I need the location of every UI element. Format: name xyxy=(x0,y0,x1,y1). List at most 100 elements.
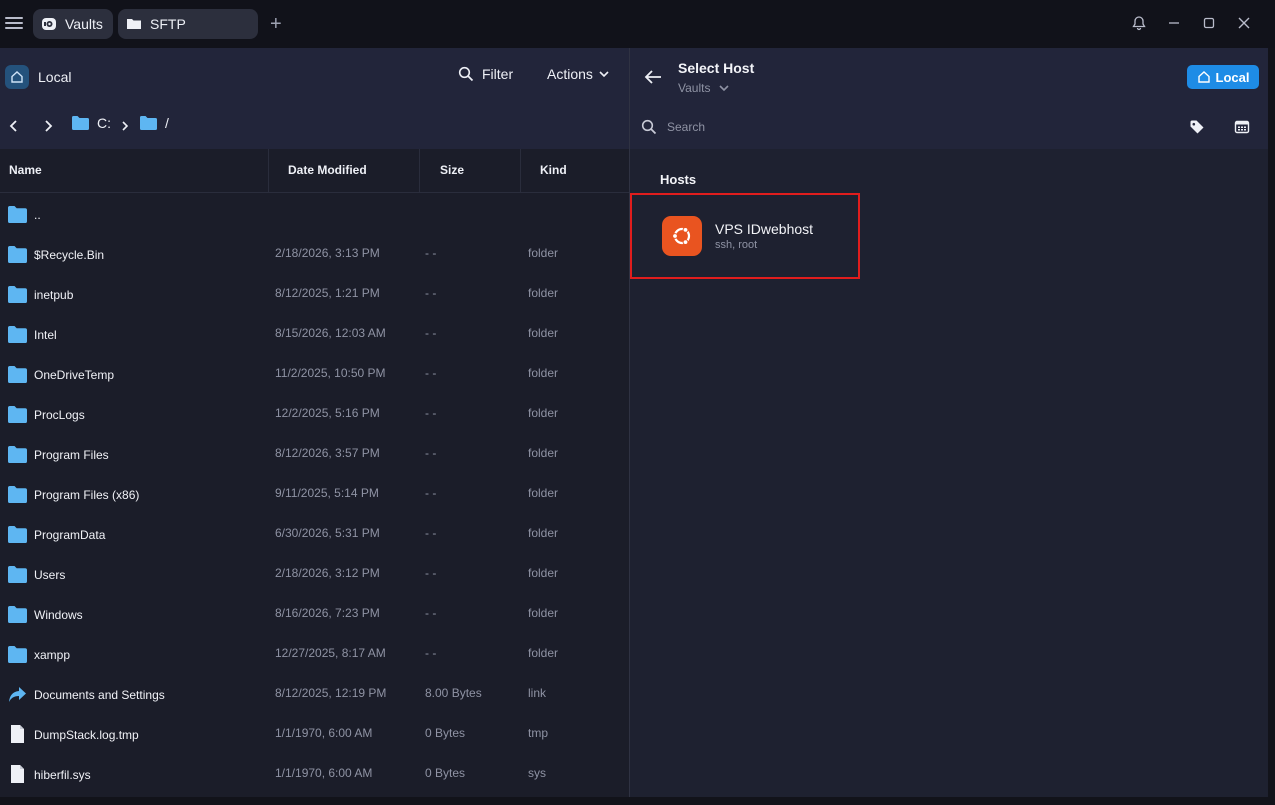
file-row[interactable]: Users 2/18/2026, 3:12 PM - - folder xyxy=(0,554,629,594)
path-bar: C: / xyxy=(0,105,629,149)
file-kind: folder xyxy=(528,526,559,540)
file-size: - - xyxy=(425,326,437,340)
file-row[interactable]: inetpub 8/12/2025, 1:21 PM - - folder xyxy=(0,274,629,314)
close-icon[interactable] xyxy=(1236,15,1252,31)
calendar-view-icon[interactable] xyxy=(1234,119,1250,135)
file-size: - - xyxy=(425,366,437,380)
tag-icon[interactable] xyxy=(1189,119,1205,135)
file-size: - - xyxy=(425,566,437,580)
file-name: xampp xyxy=(34,648,71,662)
file-kind: folder xyxy=(528,566,559,580)
vault-icon xyxy=(42,18,56,30)
file-row[interactable]: OneDriveTemp 11/2/2025, 10:50 PM - - folder xyxy=(0,354,629,394)
file-name: Windows xyxy=(34,608,83,622)
file-row[interactable]: xampp 12/27/2025, 8:17 AM - - folder xyxy=(0,634,629,674)
filter-label: Filter xyxy=(482,66,514,82)
host-card[interactable]: VPS IDwebhost ssh, root xyxy=(630,193,860,279)
file-icon xyxy=(8,724,27,743)
folder-icon xyxy=(72,116,89,130)
file-row[interactable]: Windows 8/16/2026, 7:23 PM - - folder xyxy=(0,594,629,634)
minimize-icon[interactable] xyxy=(1166,15,1182,31)
file-row[interactable]: Program Files 8/12/2026, 3:57 PM - - folder xyxy=(0,434,629,474)
file-row[interactable]: hiberfil.sys 1/1/1970, 6:00 AM 0 Bytes sys xyxy=(0,754,629,794)
host-name: VPS IDwebhost xyxy=(715,221,814,237)
column-kind[interactable]: Kind xyxy=(540,163,567,177)
folder-icon xyxy=(8,446,27,463)
host-search-bar xyxy=(630,105,1268,149)
hamburger-menu-icon[interactable] xyxy=(5,14,23,34)
folder-icon xyxy=(8,566,27,583)
local-pane-header: Local Filter Actions xyxy=(0,48,629,105)
file-name: Documents and Settings xyxy=(34,688,165,702)
file-row[interactable]: $Recycle.Bin 2/18/2026, 3:13 PM - - folder xyxy=(0,234,629,274)
folder-icon xyxy=(8,326,27,343)
file-date-modified: 12/27/2025, 8:17 AM xyxy=(275,646,386,660)
column-size[interactable]: Size xyxy=(440,163,464,177)
file-date-modified: 8/12/2026, 3:57 PM xyxy=(275,446,380,460)
breadcrumb-label: / xyxy=(165,115,169,131)
file-row[interactable]: Program Files (x86) 9/11/2025, 5:14 PM - -… xyxy=(0,474,629,514)
forward-arrow-icon[interactable] xyxy=(41,119,55,133)
file-row[interactable]: ProgramData 6/30/2026, 5:31 PM - - folder xyxy=(0,514,629,554)
select-host-pane: Select Host Vaults Local Hosts VPS IDweb… xyxy=(630,48,1268,805)
file-name: DumpStack.log.tmp xyxy=(34,728,139,742)
file-name: inetpub xyxy=(34,288,74,302)
back-arrow-icon[interactable] xyxy=(644,69,662,85)
file-name: $Recycle.Bin xyxy=(34,248,105,262)
search-icon xyxy=(458,66,474,82)
folder-icon xyxy=(8,246,27,263)
local-button[interactable]: Local xyxy=(1187,65,1259,89)
file-date-modified: 2/18/2026, 3:12 PM xyxy=(275,566,380,580)
chevron-down-icon xyxy=(599,71,609,78)
file-row[interactable]: .. xyxy=(0,194,629,234)
file-table-header: Name Date Modified Size Kind xyxy=(0,149,629,193)
file-row[interactable]: ProcLogs 12/2/2025, 5:16 PM - - folder xyxy=(0,394,629,434)
file-date-modified: 8/12/2025, 12:19 PM xyxy=(275,686,387,700)
add-tab-button[interactable]: + xyxy=(270,14,282,34)
column-name[interactable]: Name xyxy=(9,163,42,177)
file-kind: folder xyxy=(528,646,559,660)
file-kind: sys xyxy=(528,766,546,780)
search-input[interactable] xyxy=(665,116,1145,138)
tab-label: Vaults xyxy=(65,16,103,32)
back-arrow-icon[interactable] xyxy=(7,119,21,133)
folder-icon xyxy=(127,19,141,29)
breadcrumb-drive[interactable]: C: xyxy=(72,115,111,131)
filter-button[interactable]: Filter xyxy=(458,66,513,82)
file-size: - - xyxy=(425,246,437,260)
breadcrumb-label: C: xyxy=(97,115,111,131)
file-size: - - xyxy=(425,286,437,300)
vault-selector[interactable]: Vaults xyxy=(678,81,730,95)
column-divider[interactable] xyxy=(520,149,521,193)
file-name: hiberfil.sys xyxy=(34,768,91,782)
location-label: Local xyxy=(38,69,72,85)
bell-icon[interactable] xyxy=(1131,15,1147,31)
file-row[interactable]: Documents and Settings 8/12/2025, 12:19 P… xyxy=(0,674,629,714)
file-size: 0 Bytes xyxy=(425,766,466,780)
file-size: 0 Bytes xyxy=(425,726,466,740)
tab-sftp[interactable]: SFTP xyxy=(118,9,258,39)
window-bottom-edge xyxy=(0,797,1275,805)
file-date-modified: 6/30/2026, 5:31 PM xyxy=(275,526,380,540)
tab-vaults[interactable]: Vaults xyxy=(33,9,113,39)
file-size: - - xyxy=(425,606,437,620)
file-row[interactable]: Intel 8/15/2026, 12:03 AM - - folder xyxy=(0,314,629,354)
folder-icon xyxy=(8,646,27,663)
file-date-modified: 2/18/2026, 3:13 PM xyxy=(275,246,380,260)
breadcrumb-root[interactable]: / xyxy=(140,115,169,131)
column-date-modified[interactable]: Date Modified xyxy=(288,163,367,177)
column-divider[interactable] xyxy=(268,149,269,193)
column-divider[interactable] xyxy=(419,149,420,193)
file-date-modified: 1/1/1970, 6:00 AM xyxy=(275,726,373,740)
actions-button[interactable]: Actions xyxy=(547,66,610,82)
file-row[interactable]: DumpStack.log.tmp 1/1/1970, 6:00 AM 0 Byte… xyxy=(0,714,629,754)
file-icon xyxy=(8,764,27,783)
maximize-icon[interactable] xyxy=(1201,15,1217,31)
host-details: ssh, root xyxy=(715,239,758,251)
file-kind: folder xyxy=(528,486,559,500)
local-file-pane: Local Filter Actions C: / Name Date Modi… xyxy=(0,48,629,805)
file-kind: folder xyxy=(528,406,559,420)
file-date-modified: 8/15/2026, 12:03 AM xyxy=(275,326,386,340)
file-kind: folder xyxy=(528,246,559,260)
folder-icon xyxy=(8,606,27,623)
